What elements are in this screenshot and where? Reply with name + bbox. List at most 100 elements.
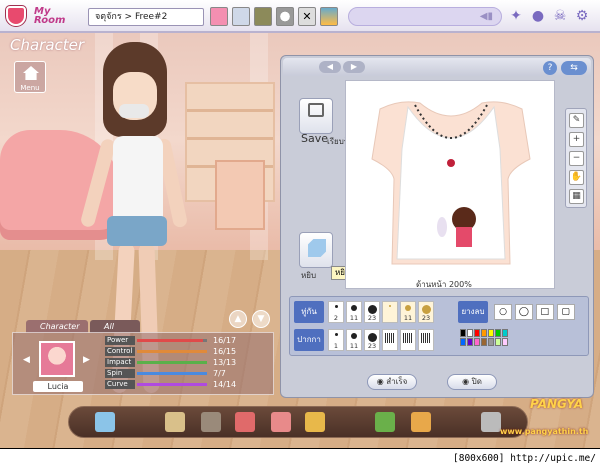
stat-bar — [137, 350, 207, 353]
scroll-icon[interactable] — [305, 412, 325, 432]
size-option[interactable]: 11 — [346, 301, 362, 323]
eraser-large[interactable]: ▢ — [556, 304, 575, 320]
pick-caption: หยิบ — [301, 271, 317, 280]
home-icon — [23, 66, 39, 80]
size-dot — [421, 305, 431, 314]
item-icon[interactable] — [254, 7, 272, 26]
close-icon[interactable]: ✕ — [298, 7, 316, 26]
menu-label: Menu — [20, 84, 40, 92]
size-number: 11 — [349, 342, 359, 350]
hand-icon[interactable]: ✋ — [569, 170, 584, 185]
landscape-icon[interactable] — [320, 7, 338, 26]
shop-house-icon[interactable] — [375, 412, 395, 432]
pick-button[interactable] — [299, 232, 333, 268]
size-option[interactable]: 23 — [418, 301, 434, 323]
size-number: 2 — [333, 314, 339, 322]
stats-body: ◀ ▶ Lucia Power 16/17 Control 16/15 Impact 13… — [12, 332, 274, 395]
size-option[interactable] — [382, 329, 398, 351]
palette-swatch[interactable] — [488, 338, 494, 346]
size-option[interactable]: 2 — [328, 301, 344, 323]
sparkle-icon[interactable]: ✦ — [508, 8, 524, 24]
my-room-logo[interactable]: My Room — [4, 4, 84, 29]
size-dot — [351, 333, 357, 339]
palette-swatch[interactable] — [502, 329, 508, 337]
eraser-medium[interactable]: ◯ — [514, 304, 533, 320]
size-dot — [421, 333, 431, 343]
caption-text: [800x600] http://upic.me/ — [453, 453, 596, 464]
stat-bar-fill — [137, 372, 207, 375]
redo-button[interactable]: ▶ — [343, 61, 365, 73]
size-dot — [405, 305, 411, 311]
eraser-square[interactable]: □ — [535, 304, 554, 320]
stat-row: Power 16/17 — [105, 336, 273, 345]
undo-button[interactable]: ◀ — [319, 61, 341, 73]
palette-swatch[interactable] — [495, 329, 501, 337]
size-option[interactable] — [418, 329, 434, 351]
mailbox-icon[interactable] — [235, 412, 255, 432]
stat-label: Power — [105, 336, 135, 345]
stat-bar — [137, 372, 207, 375]
help-button[interactable]: ? — [543, 61, 557, 75]
brush-options: ทู่กัน ปากกา ยางลบ 2 11 23 11 23 1 11 23 ○ ◯ □… — [289, 296, 589, 356]
menu-button[interactable]: Menu — [14, 61, 46, 93]
eraser-small[interactable]: ○ — [494, 304, 512, 320]
chat-input[interactable]: ◀▮ — [348, 7, 502, 26]
gift-icon[interactable] — [201, 412, 221, 432]
ball-icon[interactable] — [276, 7, 294, 26]
avatar-icon[interactable] — [210, 7, 228, 26]
chevron-right-icon[interactable]: ▶ — [83, 355, 90, 365]
room-drawer — [215, 160, 265, 230]
grid-icon[interactable]: ▦ — [569, 189, 584, 204]
chat-bubble-icon[interactable]: ● — [530, 8, 546, 24]
stat-bar-fill — [137, 361, 207, 364]
character-icon[interactable] — [232, 7, 250, 26]
house-icon[interactable] — [271, 412, 291, 432]
golf-bag-icon[interactable] — [95, 412, 115, 432]
breadcrumb[interactable]: จตุจักร > Free#2 — [88, 8, 204, 26]
palette-swatch[interactable] — [467, 329, 473, 337]
gear-icon[interactable]: ⚙ — [574, 8, 590, 24]
eraser-label: ยางลบ — [458, 301, 488, 323]
stat-row: Spin 7/7 — [105, 369, 273, 378]
size-dot — [367, 305, 377, 314]
swap-view-button[interactable]: ⇆ — [561, 61, 587, 75]
skull-icon[interactable]: ☠ — [552, 8, 568, 24]
page-title: Character — [10, 36, 85, 54]
shop-icon[interactable] — [165, 412, 185, 432]
palette-swatch[interactable] — [474, 329, 480, 337]
palette-swatch[interactable] — [481, 329, 487, 337]
stats-panel: Character All ◀ ▶ Lucia Power 16/17 Contro… — [12, 320, 274, 395]
close-button[interactable]: ◉ ปิด — [447, 374, 497, 390]
settings-icon[interactable] — [481, 412, 501, 432]
size-option[interactable]: 1 — [328, 329, 344, 351]
pencil-icon[interactable]: ✎ — [569, 113, 584, 128]
stat-bar — [137, 339, 207, 342]
avatar-name: Lucia — [33, 381, 83, 392]
save-button[interactable] — [299, 98, 333, 134]
chevron-left-icon[interactable]: ◀ — [23, 355, 30, 365]
palette-swatch[interactable] — [474, 338, 480, 346]
zoom-in-icon[interactable]: + — [569, 132, 584, 147]
palette-swatch[interactable] — [495, 338, 501, 346]
size-option[interactable] — [382, 301, 398, 323]
palette-swatch[interactable] — [488, 329, 494, 337]
palette-swatch[interactable] — [460, 329, 466, 337]
size-option[interactable]: 23 — [364, 301, 380, 323]
size-option[interactable]: 11 — [400, 301, 416, 323]
palette-swatch[interactable] — [467, 338, 473, 346]
stat-value: 16/17 — [213, 336, 237, 345]
image-caption: [800x600] http://upic.me/ — [0, 448, 600, 469]
design-canvas[interactable]: ด้านหน้า 200% — [345, 80, 555, 289]
palette-swatch[interactable] — [502, 338, 508, 346]
palette-swatch[interactable] — [481, 338, 487, 346]
size-option[interactable]: 11 — [346, 329, 362, 351]
bonus-icon[interactable] — [411, 412, 431, 432]
color-palette[interactable] — [460, 329, 560, 347]
ok-button[interactable]: ◉ สำเร็จ — [367, 374, 417, 390]
size-number: 23 — [367, 342, 377, 350]
zoom-out-icon[interactable]: − — [569, 151, 584, 166]
size-option[interactable] — [400, 329, 416, 351]
palette-swatch[interactable] — [460, 338, 466, 346]
save-label: Save — [301, 132, 329, 145]
size-option[interactable]: 23 — [364, 329, 380, 351]
